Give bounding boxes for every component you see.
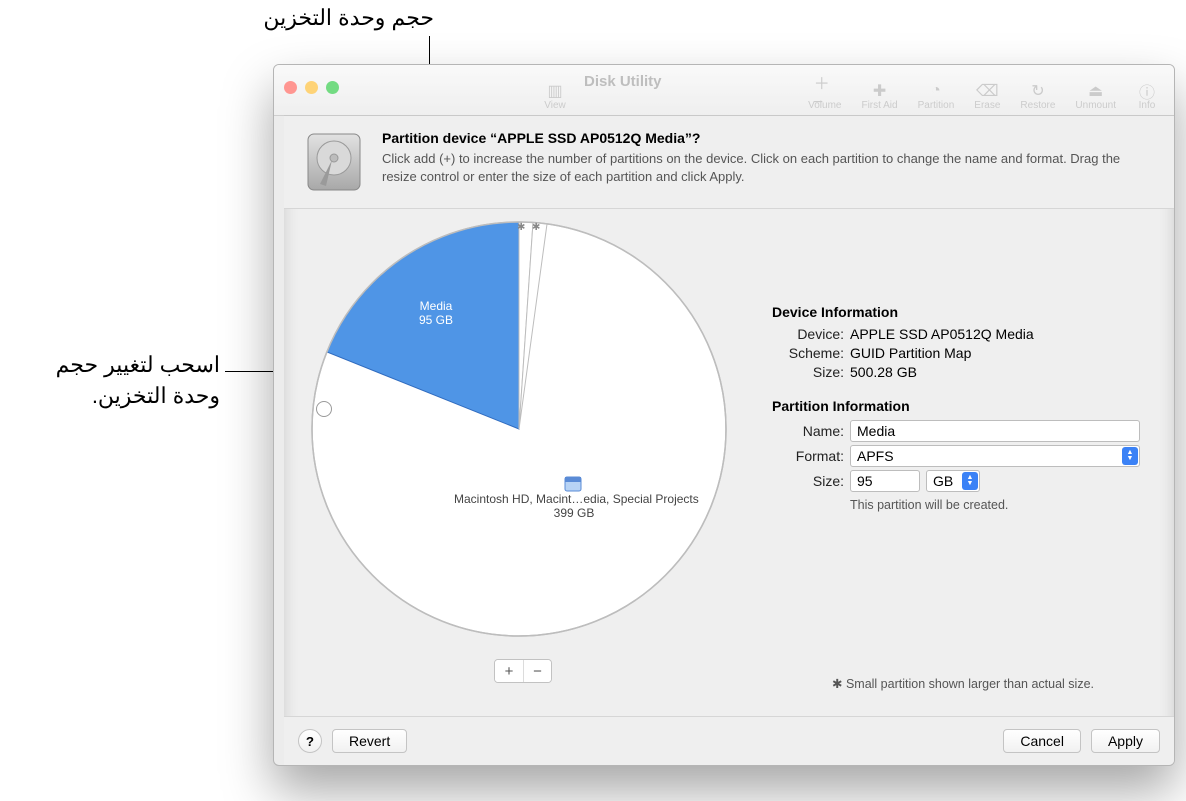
restore-icon: ↻ (1027, 82, 1049, 100)
harddrive-icon (302, 130, 366, 194)
callout-drag-l2: وحدة التخزين. (92, 383, 220, 408)
toolbar-firstaid[interactable]: ✚ First Aid (851, 82, 907, 111)
small-slice-star-2: ✱ (532, 222, 540, 233)
partition-name-input[interactable] (850, 420, 1140, 442)
toolbar-unmount[interactable]: ⏏ Unmount (1065, 82, 1126, 111)
plus-minus-icon: ＋− (814, 82, 836, 100)
minimize-window-button[interactable] (305, 81, 318, 94)
partition-format-select[interactable] (850, 445, 1140, 467)
pie-label-other-name: Macintosh HD, Macint…edia, Special Proje… (454, 492, 694, 506)
partition-size-label: Size: (772, 473, 850, 489)
sheet-title: Partition device “APPLE SSD AP0512Q Medi… (382, 130, 1122, 146)
device-value: APPLE SSD AP0512Q Media (850, 326, 1034, 342)
small-slice-star-1: ✱ (517, 222, 525, 233)
apply-button[interactable]: Apply (1091, 729, 1160, 753)
resize-handle[interactable] (316, 401, 332, 417)
sheet-body: ✱ ✱ Media 95 GB Macintosh HD, Macint…edi… (302, 214, 1156, 709)
toolbar-left: ▥ View (534, 69, 576, 111)
pie-label-other-size: 399 GB (454, 506, 694, 520)
toolbar-info-label: Info (1139, 100, 1156, 111)
info-panel: Device Information Device: APPLE SSD AP0… (772, 304, 1156, 512)
add-partition-button[interactable]: + (495, 660, 523, 682)
toolbar-right: ＋− Volume ✚ First Aid ◔ Partition ⌫ Eras… (798, 69, 1168, 111)
pie-label-selected: Media 95 GB (419, 299, 453, 327)
partition-sheet: Partition device “APPLE SSD AP0512Q Medi… (284, 115, 1174, 765)
window-title: Disk Utility (584, 73, 662, 90)
partition-size-unit-select[interactable] (926, 470, 980, 492)
callout-drag-l1: اسحب لتغيير حجم (56, 352, 220, 377)
zoom-window-button[interactable] (326, 81, 339, 94)
toolbar-partition[interactable]: ◔ Partition (908, 82, 965, 111)
unmount-icon: ⏏ (1085, 82, 1107, 100)
partition-info-heading: Partition Information (772, 398, 1156, 414)
toolbar-restore[interactable]: ↻ Restore (1010, 82, 1065, 111)
toolbar-view-label: View (544, 100, 566, 111)
callout-volume-size: حجم وحدة التخزين (214, 3, 434, 34)
toolbar-volume[interactable]: ＋− Volume (798, 82, 851, 111)
partition-size-input[interactable] (850, 470, 920, 492)
cancel-button[interactable]: Cancel (1003, 729, 1081, 753)
toolbar-partition-label: Partition (918, 100, 955, 111)
partition-pie: ✱ ✱ Media 95 GB Macintosh HD, Macint…edi… (304, 214, 734, 714)
add-remove-partition: + − (494, 659, 552, 683)
callout-drag: اسحب لتغيير حجم وحدة التخزين. (10, 350, 220, 412)
toolbar-firstaid-label: First Aid (861, 100, 897, 111)
erase-icon: ⌫ (976, 82, 998, 100)
device-size-label: Size: (772, 364, 850, 380)
partition-name-label: Name: (772, 423, 850, 439)
scheme-label: Scheme: (772, 345, 850, 361)
partition-format-label: Format: (772, 448, 850, 464)
firstaid-icon: ✚ (869, 82, 891, 100)
sheet-description: Click add (+) to increase the number of … (382, 150, 1122, 185)
sheet-bottom-bar: ? Revert Cancel Apply (284, 716, 1174, 765)
toolbar-restore-label: Restore (1020, 100, 1055, 111)
scheme-value: GUID Partition Map (850, 345, 971, 361)
close-window-button[interactable] (284, 81, 297, 94)
titlebar: ▥ View Disk Utility ＋− Volume ✚ First Ai… (274, 65, 1174, 116)
volume-glyph-icon (564, 475, 582, 493)
info-icon: ⓘ (1136, 82, 1158, 100)
sheet-header: Partition device “APPLE SSD AP0512Q Medi… (284, 116, 1174, 209)
revert-button[interactable]: Revert (332, 729, 407, 753)
sidebar-icon: ▥ (544, 82, 566, 100)
toolbar-erase[interactable]: ⌫ Erase (964, 82, 1010, 111)
toolbar-view[interactable]: ▥ View (534, 82, 576, 111)
pie-label-other: Macintosh HD, Macint…edia, Special Proje… (454, 492, 694, 520)
partition-hint: This partition will be created. (850, 498, 1156, 512)
toolbar-unmount-label: Unmount (1075, 100, 1116, 111)
toolbar-info[interactable]: ⓘ Info (1126, 82, 1168, 111)
window-controls (284, 81, 339, 94)
help-button[interactable]: ? (298, 729, 322, 753)
toolbar-erase-label: Erase (974, 100, 1000, 111)
disk-utility-window: ▥ View Disk Utility ＋− Volume ✚ First Ai… (273, 64, 1175, 766)
partition-icon: ◔ (925, 82, 947, 100)
remove-partition-button[interactable]: − (523, 660, 551, 682)
device-size-value: 500.28 GB (850, 364, 917, 380)
device-info-heading: Device Information (772, 304, 1156, 320)
small-partition-footnote: ✱ Small partition shown larger than actu… (832, 676, 1094, 691)
pie-chart[interactable] (304, 214, 734, 644)
pie-label-selected-size: 95 GB (419, 313, 453, 327)
toolbar-volume-label: Volume (808, 100, 841, 111)
device-label: Device: (772, 326, 850, 342)
pie-label-selected-name: Media (419, 299, 453, 313)
